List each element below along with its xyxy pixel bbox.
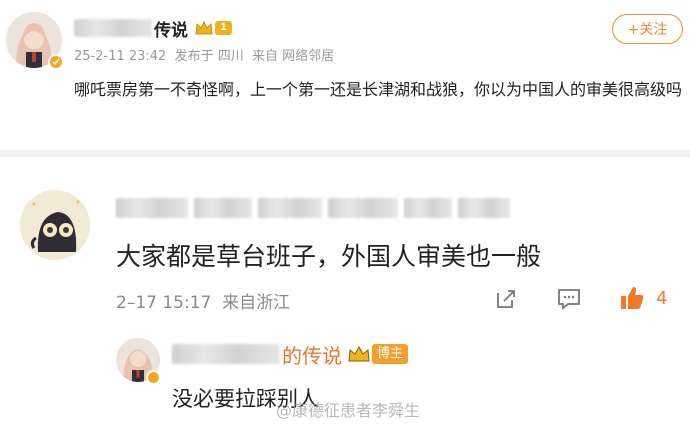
author-name-blurred	[74, 19, 152, 37]
section-divider	[0, 150, 690, 157]
comment-meta: 2–17 15:17 来自浙江	[116, 293, 291, 313]
reply-author-suffix: 的传说	[282, 343, 342, 368]
blogger-badge: 博主	[372, 344, 409, 364]
post-content: 哪吒票房第一不奇怪啊，上一个第一还是长津湖和战狼，你以为中国人的审美很高级吗	[74, 80, 683, 99]
verified-badge-icon	[48, 54, 64, 70]
commenter-avatar[interactable]	[20, 190, 90, 260]
commenter-name[interactable]	[116, 198, 510, 218]
comment-text: 大家都是草台班子，外国人审美也一般	[116, 242, 542, 271]
post-meta: 25-2-11 23:42 发布于 四川 来自 网络邻居	[74, 49, 335, 64]
like-icon[interactable]	[617, 283, 647, 313]
author-name-suffix: 传说	[154, 20, 188, 41]
comment-icon[interactable]	[555, 286, 583, 312]
share-icon[interactable]	[493, 286, 519, 312]
like-count: 4	[656, 288, 668, 309]
level-badge: 1	[215, 21, 232, 35]
crown-icon	[347, 344, 371, 364]
reply-author-name[interactable]: 的传说 博主	[172, 340, 409, 368]
crown-icon	[194, 19, 214, 37]
reply-verified-icon	[146, 370, 161, 385]
follow-button[interactable]: +关注	[612, 14, 683, 44]
author-name[interactable]: 传说 1	[74, 16, 232, 41]
watermark: @康德征患者李舜生	[276, 401, 421, 420]
